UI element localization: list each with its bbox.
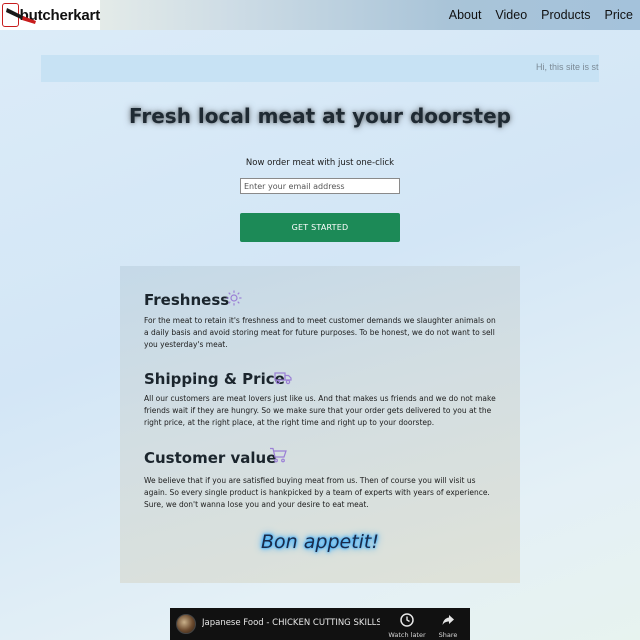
share-icon [442,615,454,625]
hero-title: Fresh local meat at your doorstep [129,104,511,128]
sun-icon [226,290,242,310]
feature-text-customer-value: We believe that if you are satisfied buy… [144,476,490,509]
watch-later-label: Watch later [388,631,426,639]
feature-text-freshness: For the meat to retain it's freshness an… [144,316,496,349]
banner-text: Hi, this site is still [536,62,599,72]
truck-icon [274,370,292,389]
nav-links: About Video Products Price [449,0,640,30]
video-title[interactable]: Japanese Food - CHICKEN CUTTING SKILLS..… [202,618,380,628]
hero-subtitle: Now order meat with just one-click [245,158,395,168]
notice-banner: Hi, this site is still [41,55,599,82]
nav-link-products[interactable]: Products [541,8,590,22]
nav-link-price[interactable]: Price [605,8,633,22]
get-started-button[interactable]: GET STARTED [240,213,400,242]
share-label: Share [438,631,458,639]
feature-title-freshness: Freshness [144,291,230,309]
share-button[interactable]: Share [426,612,470,639]
brand-logo[interactable]: butcherkart [0,0,100,30]
nav-link-about[interactable]: About [449,8,482,22]
top-navbar: butcherkart About Video Products Price [0,0,640,30]
bon-appetit-tagline: Bon appetit! [261,531,379,553]
nav-link-video[interactable]: Video [495,8,527,22]
email-input[interactable] [240,178,400,194]
feature-title-customer-value: Customer value [144,449,277,467]
clock-icon [400,613,414,627]
video-embed[interactable]: Japanese Food - CHICKEN CUTTING SKILLS..… [170,608,470,640]
feature-text-shipping: All our customers are meat lovers just l… [144,394,496,427]
cleaver-logo-icon [2,3,36,27]
watch-later-button[interactable]: Watch later [385,612,429,639]
features-card: Freshness For the meat to retain it's fr… [120,266,520,583]
channel-avatar[interactable] [176,614,196,634]
feature-title-shipping: Shipping & Price [144,370,285,388]
cart-icon [269,447,287,467]
